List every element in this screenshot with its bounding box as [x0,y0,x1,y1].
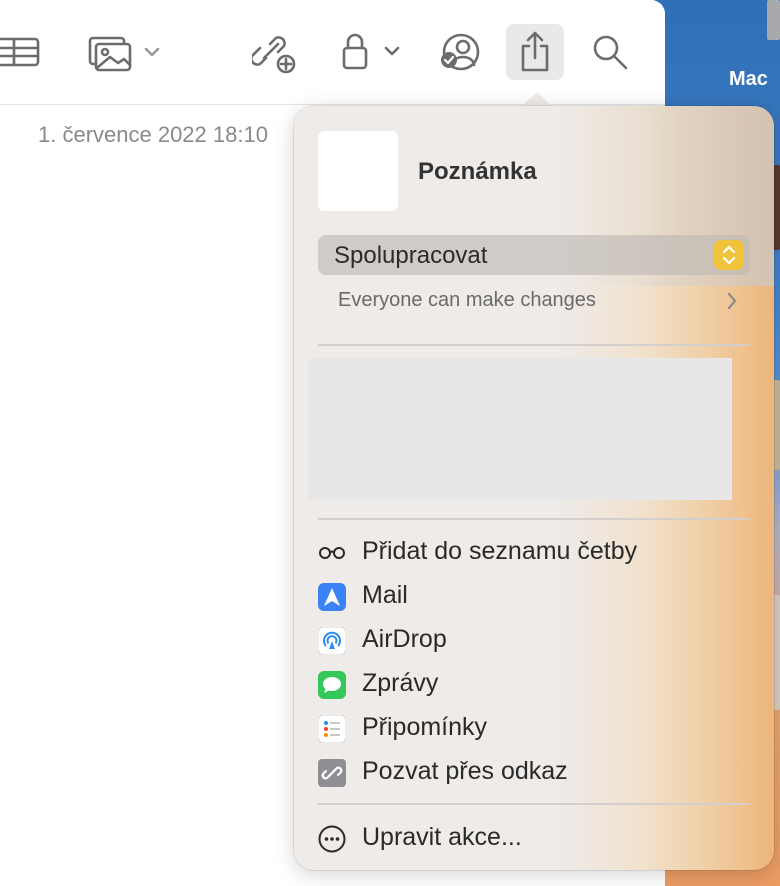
note-date: 1. července 2022 18:10 [38,122,268,147]
reminders-icon [318,715,346,743]
popover-title: Poznámka [418,158,537,185]
menu-item-label: Zprávy [362,669,439,697]
collaborate-button[interactable] [250,28,298,76]
lock-button[interactable] [338,30,408,74]
media-button[interactable] [86,30,166,74]
table-button[interactable] [0,34,40,70]
select-value: Spolupracovat [334,242,488,269]
photo-icon [88,36,160,72]
chevron-right-icon [726,291,738,316]
note-preview-thumbnail [318,131,398,211]
link-add-icon [252,36,296,74]
permissions-label: Everyone can make changes [338,289,596,311]
menu-item-airdrop[interactable]: AirDrop [318,621,758,661]
toolbar [0,0,665,105]
menu-item-reading-list[interactable]: Přidat do seznamu četby [318,533,758,573]
permissions-row[interactable]: Everyone can make changes [338,287,738,317]
divider [318,344,750,346]
menu-item-mail[interactable]: Mail [318,577,758,617]
more-icon [318,825,346,853]
search-button[interactable] [588,30,632,74]
desktop-thumbnail[interactable] [767,0,780,40]
divider [318,518,750,520]
messages-icon [318,671,346,699]
desktop-item-label: Mac [729,68,768,90]
share-icon [521,31,549,72]
airdrop-icon [318,627,346,655]
menu-item-invite-link[interactable]: Pozvat přes odkaz [318,753,758,793]
search-icon [593,35,628,70]
menu-item-messages[interactable]: Zprávy [318,665,758,705]
collaboration-mode-select[interactable]: Spolupracovat [318,235,750,275]
menu-item-label: Mail [362,581,408,609]
select-stepper-icon [714,240,744,270]
collaboration-status-button[interactable] [435,28,483,76]
divider [318,803,750,805]
link-icon [318,759,346,787]
menu-item-label: Připomínky [362,713,488,741]
share-popover: Poznámka Spolupracovat Everyone can make… [294,106,774,870]
table-icon [0,37,40,67]
menu-item-label: Přidat do seznamu četby [362,537,638,565]
mail-icon [318,583,346,611]
menu-item-label: AirDrop [362,625,447,653]
popover-arrow [521,92,553,107]
menu-item-label: Pozvat přes odkaz [362,757,568,785]
lock-icon [342,33,400,70]
share-targets-placeholder [308,358,732,500]
edit-actions-button[interactable]: Upravit akce... [318,819,758,859]
menu-item-reminders[interactable]: Připomínky [318,709,758,749]
share-button[interactable] [506,24,564,80]
glasses-icon [318,539,346,567]
person-check-icon [441,33,480,71]
edit-actions-label: Upravit akce... [362,823,522,851]
